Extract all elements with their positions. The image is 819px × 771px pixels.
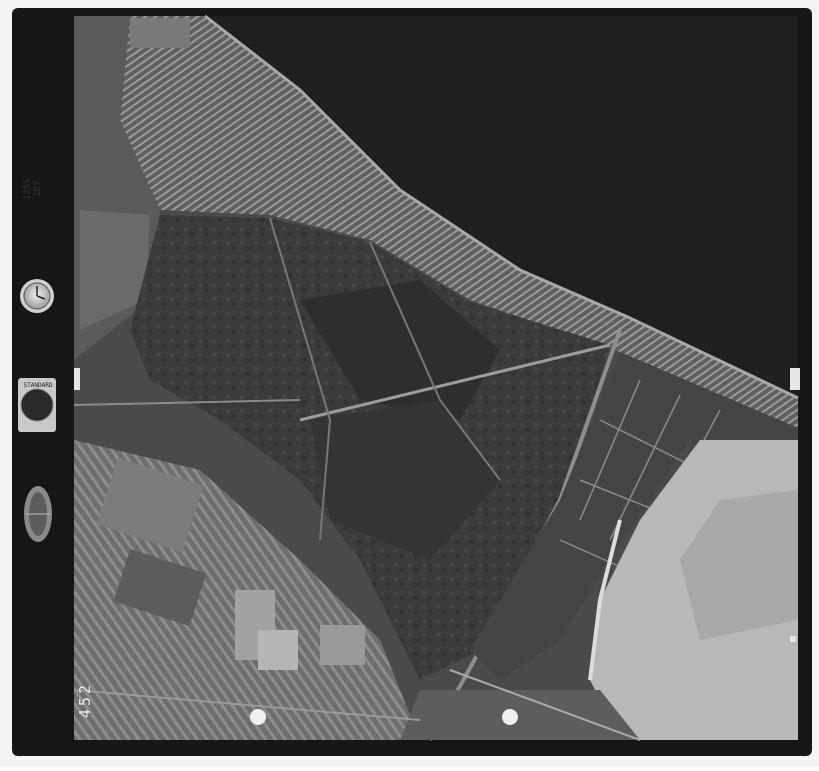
fiducial-bottom-right [502,709,518,725]
frame-number: 452 [76,682,94,719]
aerial-photo-svg [0,0,819,767]
fiducial-bottom-left [250,709,266,725]
aerial-photo-frame [0,0,819,767]
altimeter-label: STANDARD [23,382,53,389]
level-bubble-icon [24,486,52,542]
frame-counter: 1955 187 [23,178,43,200]
clock-icon [20,279,54,313]
